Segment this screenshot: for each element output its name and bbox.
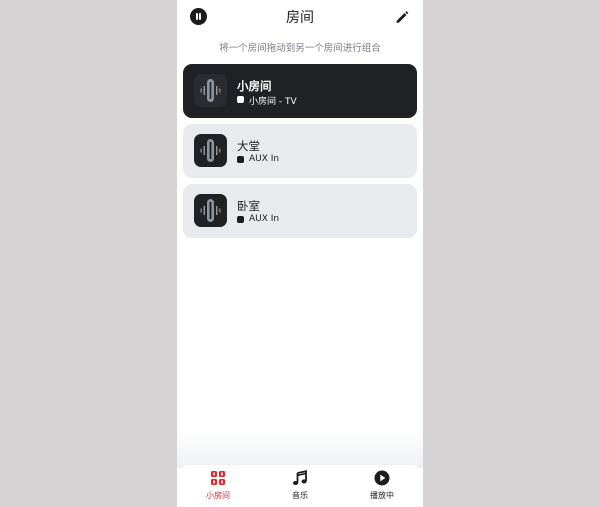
- tab-label: 音乐: [292, 491, 308, 500]
- room-thumbnail: [194, 194, 227, 227]
- speaker-waveform-icon: [200, 139, 221, 162]
- room-thumbnail: [194, 74, 227, 107]
- page-title: 房间: [286, 10, 314, 26]
- tab-music[interactable]: 音乐: [270, 469, 330, 505]
- room-card-small-room[interactable]: 小房间 小房间 - TV: [183, 64, 417, 118]
- tab-now-playing[interactable]: 播放中: [352, 469, 412, 505]
- tab-label: 小房间: [206, 491, 230, 500]
- play-circle-icon: [374, 470, 390, 486]
- drag-hint: 将一个房间拖动到另一个房间进行组合: [219, 43, 381, 54]
- edit-button[interactable]: [394, 9, 410, 25]
- music-note-icon: [293, 470, 307, 485]
- room-name: 小房间: [237, 79, 272, 93]
- room-source: 小房间 - TV: [249, 97, 297, 107]
- tab-label: 播放中: [370, 491, 394, 500]
- tab-rooms[interactable]: 小房间: [188, 469, 248, 505]
- bottom-fade: [177, 430, 423, 468]
- tab-bar: 小房间 音乐 播放中: [177, 465, 423, 507]
- source-icon: [237, 156, 244, 163]
- speaker-waveform-icon: [200, 199, 221, 222]
- room-name: 大堂: [237, 139, 260, 153]
- header: 房间: [177, 0, 423, 34]
- speaker-waveform-icon: [200, 79, 221, 102]
- room-source: AUX In: [249, 154, 280, 164]
- room-thumbnail: [194, 134, 227, 167]
- room-card-bedroom[interactable]: 卧室 AUX In: [183, 184, 417, 238]
- pencil-icon: [396, 11, 409, 23]
- rooms-grid-icon: [211, 471, 225, 485]
- source-icon: [237, 216, 244, 223]
- room-source: AUX In: [249, 214, 280, 224]
- source-icon: [237, 96, 244, 103]
- room-card-lobby[interactable]: 大堂 AUX In: [183, 124, 417, 178]
- room-name: 卧室: [237, 199, 260, 213]
- app-screen: 房间 将一个房间拖动到另一个房间进行组合 小房间 小房间 - TV 大堂 AUX…: [177, 0, 423, 507]
